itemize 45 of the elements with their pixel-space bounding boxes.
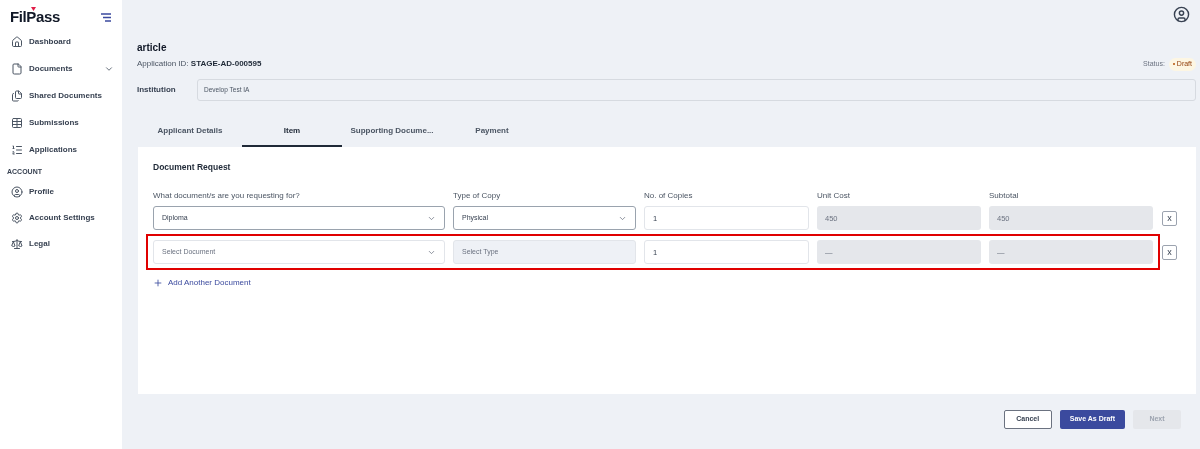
sidebar-label: Profile bbox=[29, 185, 55, 198]
user-icon bbox=[11, 185, 23, 198]
column-label: What document/s are you requesting for? bbox=[153, 190, 301, 203]
tab[interactable]: Payment bbox=[442, 117, 542, 147]
menu-icon[interactable] bbox=[100, 12, 112, 22]
remove-button[interactable]: x bbox=[1162, 244, 1177, 260]
account-icon[interactable] bbox=[1173, 6, 1190, 23]
sidebar-item[interactable]: Legal bbox=[2, 230, 120, 257]
column-label: Unit Cost bbox=[817, 190, 851, 203]
page-title: article bbox=[137, 41, 168, 55]
section-title: Document Request bbox=[153, 160, 232, 174]
add-document-link[interactable]: Add Another Document bbox=[153, 277, 251, 290]
documents-icon bbox=[11, 90, 23, 102]
sidebar-item[interactable]: Documents bbox=[2, 56, 120, 82]
sidebar-label: Shared Documents bbox=[29, 90, 103, 102]
column-label: Type of Copy bbox=[453, 190, 502, 203]
sidebar-item[interactable]: Account Settings bbox=[2, 204, 120, 231]
sidebar-label: Account Settings bbox=[29, 211, 96, 224]
document-icon bbox=[11, 63, 23, 75]
tab[interactable]: Supporting Docume... bbox=[342, 117, 442, 147]
sidebar-item[interactable]: Submissions bbox=[2, 110, 120, 136]
sidebar-item[interactable]: Applications bbox=[2, 137, 120, 163]
sidebar-label: Dashboard bbox=[29, 36, 72, 48]
table-icon bbox=[11, 117, 23, 129]
sidebar-label: Submissions bbox=[29, 117, 80, 129]
sidebar-label: Applications bbox=[29, 144, 78, 156]
chevron-icon bbox=[104, 64, 114, 74]
column-label: Subtotal bbox=[989, 190, 1020, 203]
logo-mark-icon bbox=[31, 6, 36, 11]
sidebar-label: Legal bbox=[29, 237, 51, 250]
settings-icon bbox=[11, 211, 23, 224]
logo[interactable]: FilPass bbox=[10, 5, 60, 29]
plus-icon bbox=[153, 278, 163, 289]
sidebar-item[interactable]: Profile bbox=[2, 178, 120, 205]
scale-icon bbox=[11, 237, 23, 250]
column-label: No. of Copies bbox=[644, 190, 694, 203]
application-id: Application ID: STAGE-AD-000595 bbox=[137, 58, 262, 71]
sidebar-item[interactable]: Shared Documents bbox=[2, 83, 120, 109]
sidebar-label: Documents bbox=[29, 63, 74, 75]
institution-label: Institution bbox=[137, 83, 177, 96]
remove-button[interactable]: x bbox=[1162, 210, 1177, 226]
sidebar-item[interactable]: Dashboard bbox=[2, 29, 120, 55]
home-icon bbox=[11, 36, 23, 48]
tab[interactable]: Applicant Details bbox=[138, 117, 242, 147]
list-icon bbox=[11, 144, 23, 156]
